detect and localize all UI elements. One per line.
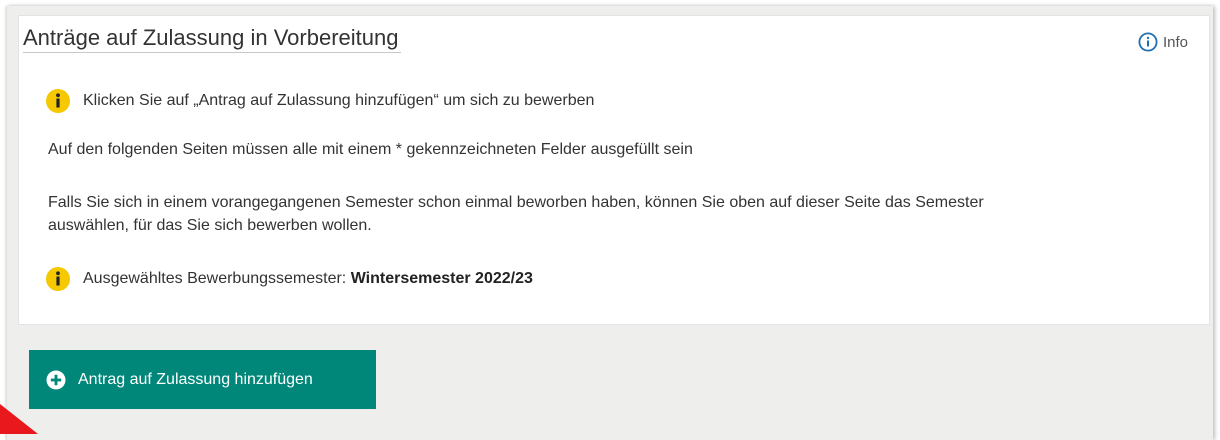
warning-info-icon [46, 89, 70, 113]
info-link[interactable]: Info [1138, 32, 1188, 52]
previous-semester-text-line2: auswählen, für das Sie sich bewerben wol… [48, 217, 372, 234]
selected-semester-label: Ausgewähltes Bewerbungssemester: [83, 270, 347, 287]
hint-click-text: Klicken Sie auf „Antrag auf Zulassung hi… [83, 92, 595, 109]
required-fields-text: Auf den folgenden Seiten müssen alle mit… [48, 141, 693, 158]
applications-panel: Anträge auf Zulassung in Vorbereitung In… [18, 15, 1210, 325]
info-circle-icon [1138, 32, 1158, 52]
add-application-button[interactable]: Antrag auf Zulassung hinzufügen [29, 350, 376, 409]
plus-circle-icon [46, 370, 66, 389]
warning-info-icon [46, 267, 70, 291]
info-label: Info [1162, 33, 1188, 51]
selected-semester-row: Ausgewähltes Bewerbungssemester: Winters… [45, 266, 533, 292]
panel-title: Anträge auf Zulassung in Vorbereitung [23, 24, 402, 53]
annotation-arrow [0, 404, 38, 434]
previous-semester-text-line1: Falls Sie sich in einem vorangegangenen … [48, 194, 984, 211]
page-background: Anträge auf Zulassung in Vorbereitung In… [6, 6, 1213, 440]
add-application-label: Antrag auf Zulassung hinzufügen [78, 370, 313, 388]
selected-semester-value: Wintersemester 2022/23 [350, 270, 533, 287]
hint-click-row: Klicken Sie auf „Antrag auf Zulassung hi… [45, 88, 594, 114]
